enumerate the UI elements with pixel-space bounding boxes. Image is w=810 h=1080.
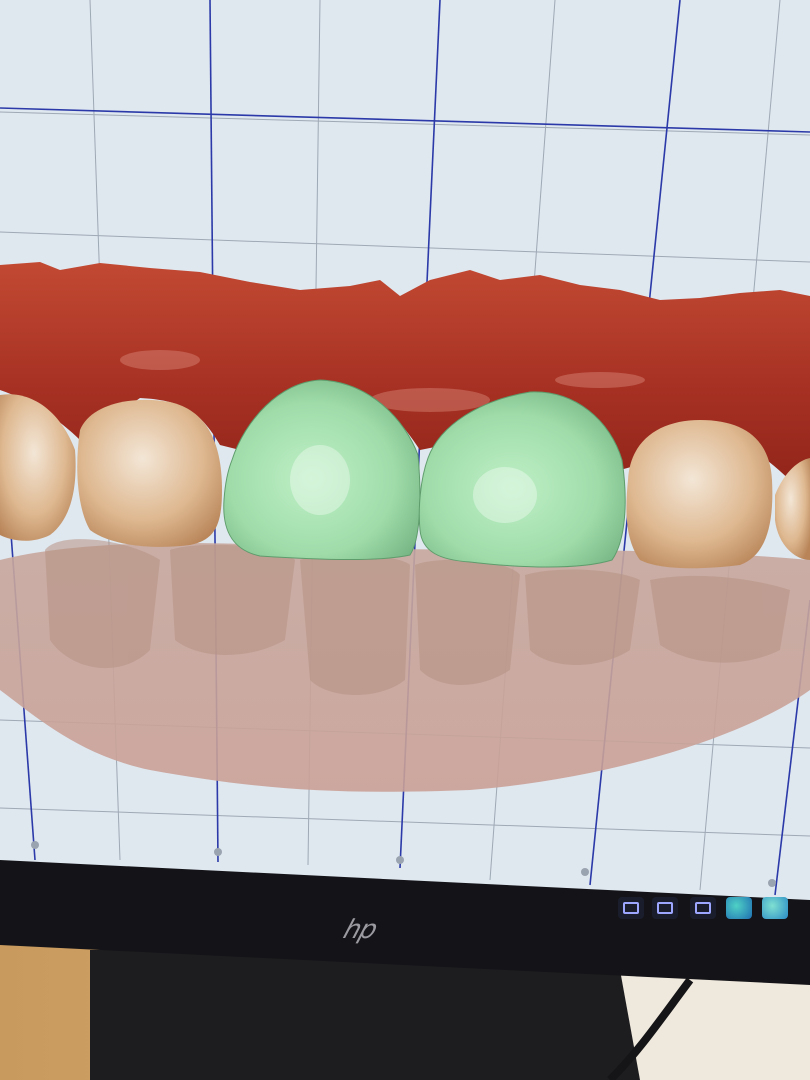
taskbar-app-window-icon[interactable]	[618, 897, 644, 919]
tooth-lateral-incisor-right	[77, 399, 223, 547]
hp-logo: hp	[339, 915, 381, 945]
edge-browser-icon[interactable]	[726, 897, 752, 919]
photo-scene	[0, 0, 810, 1080]
taskbar-app-window-icon[interactable]	[690, 897, 716, 919]
edge-browser-icon[interactable]	[762, 897, 788, 919]
tooth-lateral-incisor-left	[626, 420, 773, 569]
taskbar-app-window-icon[interactable]	[652, 897, 678, 919]
